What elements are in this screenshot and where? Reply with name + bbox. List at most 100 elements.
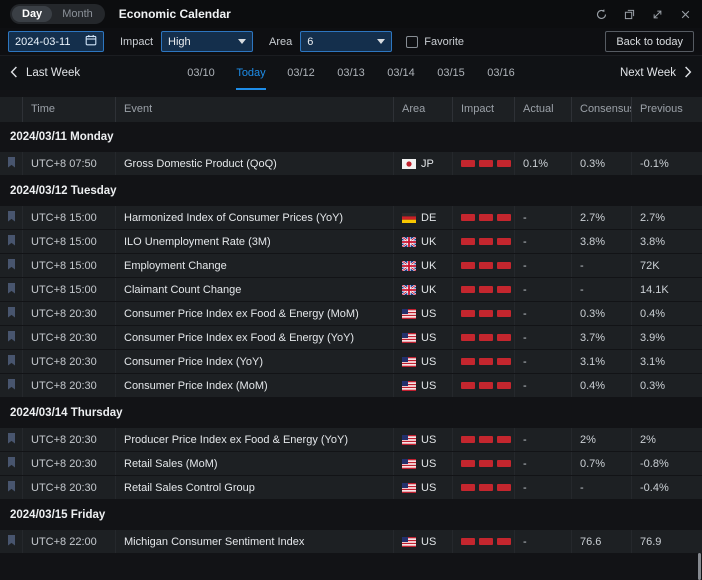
bookmark-icon[interactable] <box>7 307 16 321</box>
table-row[interactable]: UTC+8 22:00Michigan Consumer Sentiment I… <box>0 530 702 553</box>
favorite-checkbox[interactable] <box>406 36 418 48</box>
bookmark-column-header <box>0 97 22 122</box>
bookmark-icon[interactable] <box>7 235 16 249</box>
event-cell: Employment Change <box>115 254 393 277</box>
consensus-cell: 3.8% <box>571 230 631 253</box>
bookmark-icon[interactable] <box>7 535 16 549</box>
bookmark-icon[interactable] <box>7 331 16 345</box>
impact-bar <box>461 538 475 545</box>
impact-bar <box>479 160 493 167</box>
date-picker[interactable]: 2024-03-11 <box>8 31 104 52</box>
impact-bar <box>461 238 475 245</box>
bookmark-icon[interactable] <box>7 457 16 471</box>
uk-flag-icon <box>402 261 416 271</box>
impact-bar <box>461 262 475 269</box>
table-row[interactable]: UTC+8 20:30Consumer Price Index (YoY)US-… <box>0 350 702 373</box>
week-day[interactable]: 03/16 <box>476 56 526 90</box>
week-day[interactable]: Today <box>226 56 276 90</box>
bookmark-icon[interactable] <box>7 211 16 225</box>
actual-cell: - <box>514 206 571 229</box>
uk-flag-icon <box>402 285 416 295</box>
impact-bar <box>497 310 511 317</box>
us-flag-icon <box>402 483 416 493</box>
impact-cell <box>452 206 514 229</box>
table-row[interactable]: UTC+8 15:00Harmonized Index of Consumer … <box>0 206 702 229</box>
impact-bar <box>461 286 475 293</box>
table-row[interactable]: UTC+8 15:00Claimant Count ChangeUK--14.1… <box>0 278 702 301</box>
impact-bar <box>461 460 475 467</box>
week-day[interactable]: 03/12 <box>276 56 326 90</box>
bookmark-icon[interactable] <box>7 355 16 369</box>
vertical-scrollbar[interactable] <box>698 553 701 580</box>
bookmark-cell <box>0 374 22 397</box>
actual-cell: - <box>514 476 571 499</box>
area-code: UK <box>421 284 436 296</box>
impact-bar <box>497 214 511 221</box>
week-day[interactable]: 03/14 <box>376 56 426 90</box>
table-row[interactable]: UTC+8 20:30Retail Sales Control GroupUS-… <box>0 476 702 499</box>
area-code: UK <box>421 260 436 272</box>
event-cell: Michigan Consumer Sentiment Index <box>115 530 393 553</box>
tab-month[interactable]: Month <box>52 6 103 22</box>
bookmark-cell <box>0 452 22 475</box>
event-cell: ILO Unemployment Rate (3M) <box>115 230 393 253</box>
impact-cell <box>452 254 514 277</box>
tab-day[interactable]: Day <box>12 6 52 22</box>
table-row[interactable]: UTC+8 20:30Consumer Price Index (MoM)US-… <box>0 374 702 397</box>
area-select[interactable]: 6 <box>300 31 392 52</box>
impact-bar <box>497 238 511 245</box>
table-row[interactable]: UTC+8 20:30Consumer Price Index ex Food … <box>0 326 702 349</box>
bookmark-icon[interactable] <box>7 433 16 447</box>
chevron-left-icon <box>10 66 18 81</box>
popout-icon[interactable] <box>623 8 636 21</box>
area-code: US <box>421 434 436 446</box>
week-day[interactable]: 03/15 <box>426 56 476 90</box>
time-cell: UTC+8 20:30 <box>22 476 115 499</box>
bookmark-cell <box>0 326 22 349</box>
consensus-cell: 0.4% <box>571 374 631 397</box>
close-icon[interactable] <box>679 8 692 21</box>
impact-bar <box>461 334 475 341</box>
impact-select[interactable]: High <box>161 31 253 52</box>
expand-icon[interactable] <box>651 8 664 21</box>
bookmark-cell <box>0 278 22 301</box>
bookmark-icon[interactable] <box>7 379 16 393</box>
table-row[interactable]: UTC+8 20:30Retail Sales (MoM)US-0.7%-0.8… <box>0 452 702 475</box>
bookmark-icon[interactable] <box>7 481 16 495</box>
area-code: JP <box>421 158 434 170</box>
impact-bar <box>479 262 493 269</box>
event-cell: Claimant Count Change <box>115 278 393 301</box>
previous-cell: 2% <box>631 428 702 451</box>
table-row[interactable]: UTC+8 15:00Employment ChangeUK--72K <box>0 254 702 277</box>
consensus-cell: 2.7% <box>571 206 631 229</box>
impact-bar <box>497 436 511 443</box>
table-row[interactable]: UTC+8 15:00ILO Unemployment Rate (3M)UK-… <box>0 230 702 253</box>
table-row[interactable]: UTC+8 07:50Gross Domestic Product (QoQ)J… <box>0 152 702 175</box>
bookmark-cell <box>0 530 22 553</box>
next-week-label: Next Week <box>620 67 676 79</box>
last-week-label: Last Week <box>26 67 80 79</box>
refresh-icon[interactable] <box>595 8 608 21</box>
chevron-down-icon <box>377 39 385 44</box>
uk-flag-icon <box>402 237 416 247</box>
jp-flag-icon <box>402 159 416 169</box>
next-week-button[interactable]: Next Week <box>620 66 692 81</box>
table-row[interactable]: UTC+8 20:30Producer Price Index ex Food … <box>0 428 702 451</box>
table-row[interactable]: UTC+8 20:30Consumer Price Index ex Food … <box>0 302 702 325</box>
week-day[interactable]: 03/13 <box>326 56 376 90</box>
time-cell: UTC+8 15:00 <box>22 278 115 301</box>
actual-cell: - <box>514 230 571 253</box>
last-week-button[interactable]: Last Week <box>10 66 80 81</box>
actual-cell: - <box>514 428 571 451</box>
impact-bar <box>497 160 511 167</box>
us-flag-icon <box>402 435 416 445</box>
bookmark-icon[interactable] <box>7 259 16 273</box>
bookmark-icon[interactable] <box>7 157 16 171</box>
week-day[interactable]: 03/10 <box>176 56 226 90</box>
column-header: Impact <box>452 97 514 122</box>
actual-cell: - <box>514 530 571 553</box>
impact-bar <box>479 310 493 317</box>
bookmark-icon[interactable] <box>7 283 16 297</box>
back-to-today-button[interactable]: Back to today <box>605 31 694 52</box>
column-header: Previous <box>631 97 702 122</box>
